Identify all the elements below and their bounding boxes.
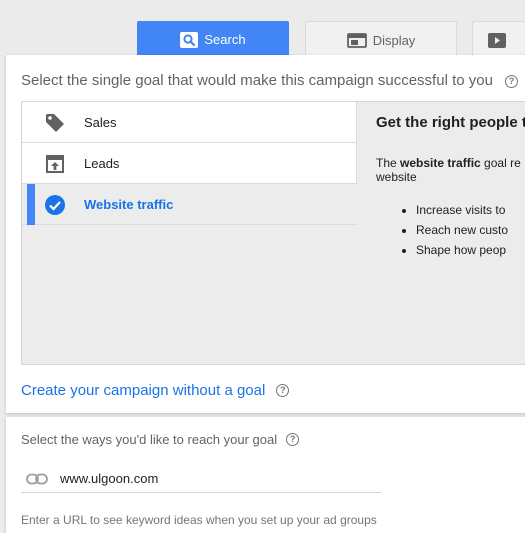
desc-text-line2: website	[376, 170, 417, 184]
link-icon	[26, 473, 48, 485]
goal-option-leads[interactable]: Leads	[22, 143, 357, 184]
desc-text-after: goal re	[480, 156, 521, 170]
leads-icon	[44, 153, 66, 175]
list-item: Increase visits to	[416, 200, 508, 220]
list-item: Reach new custo	[416, 220, 508, 240]
goal-card: Select the single goal that would make t…	[6, 55, 525, 413]
check-circle-icon	[44, 194, 66, 216]
display-icon	[346, 32, 367, 48]
goal-heading: Select the single goal that would make t…	[21, 72, 518, 89]
goal-heading-text: Select the single goal that would make t…	[21, 72, 493, 89]
search-icon	[180, 31, 199, 48]
reach-heading-text: Select the ways you'd like to reach your…	[21, 432, 278, 447]
video-icon	[488, 32, 506, 48]
goal-option-sales[interactable]: Sales	[22, 102, 357, 143]
list-item: Shape how peop	[416, 240, 508, 260]
help-icon[interactable]: ?	[505, 75, 518, 88]
website-url-field[interactable]: www.ulgoon.com	[21, 465, 381, 493]
tab-display[interactable]: Display	[305, 21, 457, 58]
tab-display-label: Display	[372, 32, 416, 48]
goal-option-label: Website traffic	[84, 196, 174, 212]
help-icon[interactable]: ?	[276, 384, 290, 397]
goal-benefits-list: Increase visits to Reach new custo Shape…	[416, 200, 508, 260]
url-hint-text: Enter a URL to see keyword ideas when yo…	[21, 513, 377, 527]
goal-panel: Sales Leads Website traffic Get the righ…	[21, 101, 525, 365]
tag-icon	[44, 112, 66, 134]
tab-search[interactable]: Search	[137, 21, 289, 58]
website-url-value[interactable]: www.ulgoon.com	[60, 471, 158, 486]
goal-option-label: Sales	[84, 114, 117, 130]
desc-text-bold: website traffic	[400, 156, 481, 170]
tab-search-label: Search	[204, 32, 246, 47]
selected-indicator	[27, 184, 35, 225]
goal-option-website-traffic[interactable]: Website traffic	[22, 184, 357, 225]
no-goal-row: Create your campaign without a goal ?	[21, 382, 290, 399]
goal-description-title: Get the right people t	[376, 114, 525, 131]
reach-card: Select the ways you'd like to reach your…	[6, 417, 525, 533]
goal-description-text: The website traffic goal re website	[376, 156, 525, 184]
reach-heading: Select the ways you'd like to reach your…	[21, 432, 300, 447]
goal-list: Sales Leads Website traffic	[22, 102, 357, 225]
goal-option-label: Leads	[84, 155, 120, 171]
help-icon[interactable]: ?	[286, 433, 300, 446]
tab-video[interactable]	[472, 21, 525, 58]
create-without-goal-link[interactable]: Create your campaign without a goal	[21, 382, 265, 399]
desc-text-before: The	[376, 156, 401, 170]
campaign-type-tabs: Search Display	[0, 0, 525, 58]
